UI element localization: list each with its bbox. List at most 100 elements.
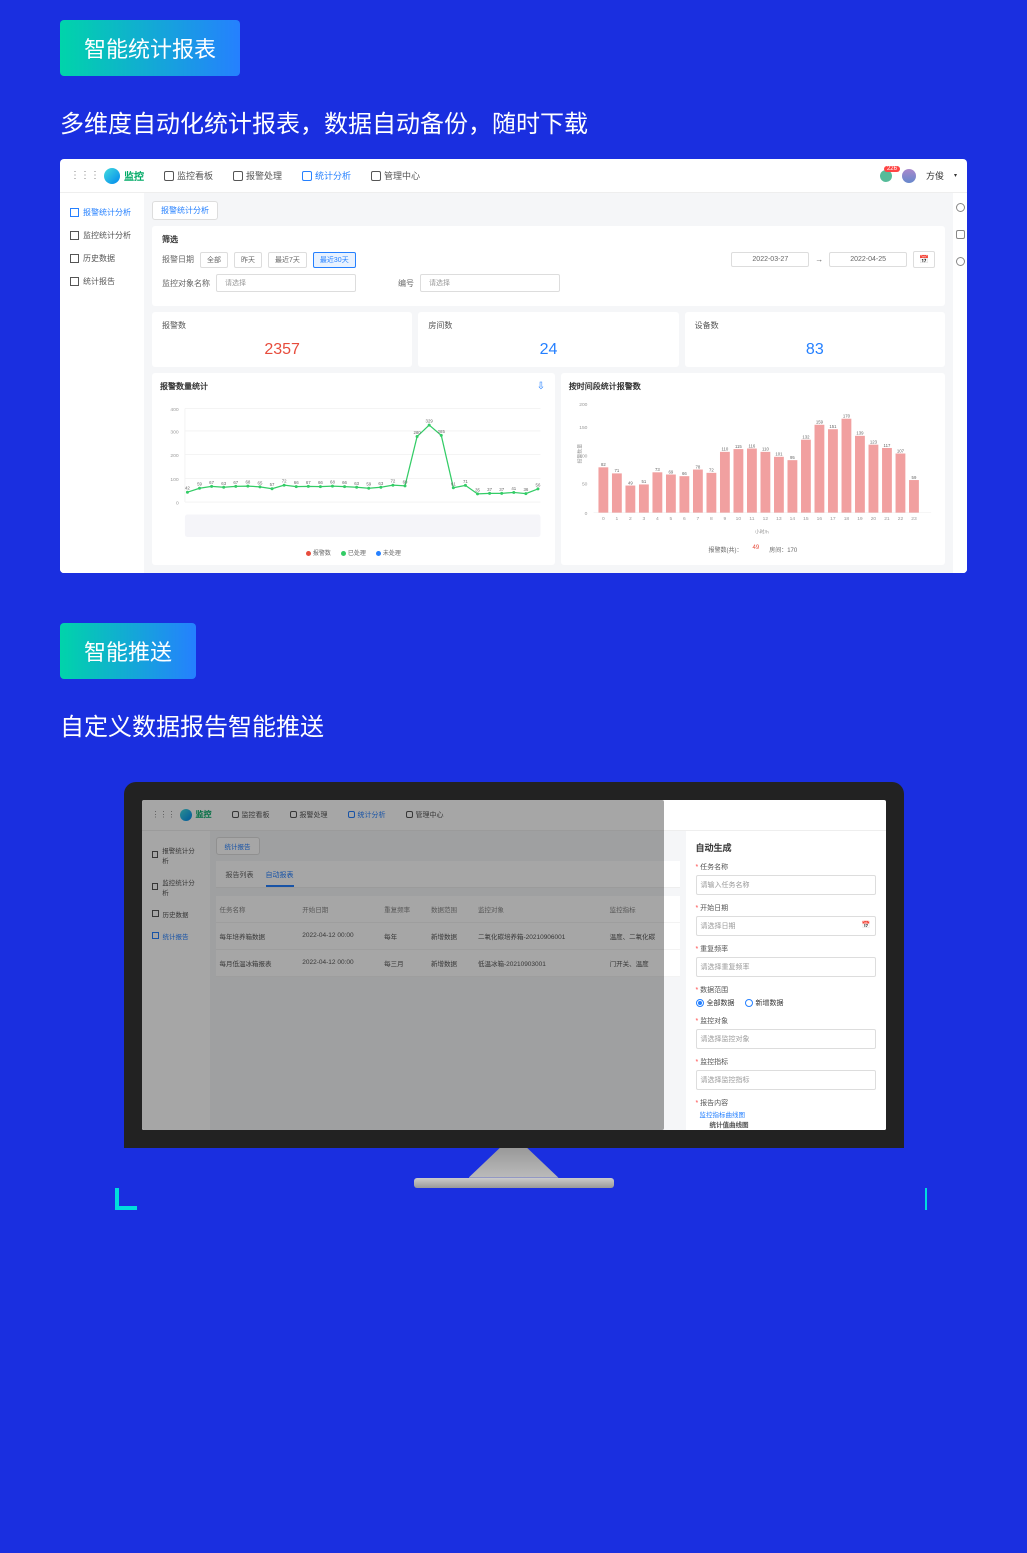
chevron-down-icon[interactable]: ▾ [954,172,957,179]
num-select[interactable]: 请选择 [420,274,560,292]
svg-text:63: 63 [221,481,226,486]
date-label: 开始日期 [696,903,876,913]
svg-text:18: 18 [843,516,849,522]
date-input[interactable]: 请选择日期📅 [696,916,876,936]
avatar[interactable] [902,169,916,183]
freq-select[interactable]: 请选择重复频率 [696,957,876,977]
svg-text:72: 72 [282,479,287,484]
stat-device: 设备数83 [685,312,945,367]
chip-all[interactable]: 全部 [200,252,228,268]
record-icon[interactable] [956,230,965,239]
svg-text:0: 0 [584,511,587,517]
svg-text:73: 73 [655,467,660,472]
help-icon[interactable] [956,203,965,212]
chip-yesterday[interactable]: 昨天 [234,252,262,268]
radio-all[interactable]: 全部数据 [696,998,735,1008]
svg-text:66: 66 [682,471,687,476]
breadcrumb-2[interactable]: 统计报告 [216,837,260,855]
svg-text:200: 200 [170,453,179,459]
app-menu-icon[interactable]: ⋮⋮⋮ [70,170,100,181]
badge: 226 [884,166,900,172]
table-header: 数据范围 [427,896,474,923]
bell-icon[interactable]: 226 [880,170,892,182]
task-input[interactable]: 请输入任务名称 [696,875,876,895]
side-reports[interactable]: 统计报告 [60,270,144,293]
corner-decoration-r [919,1188,927,1210]
obj-label: 监控对象名称 [162,278,210,289]
stats-row: 报警数2357 房间数24 设备数83 [152,312,945,367]
nav-stats: 统计分析 [294,165,359,186]
svg-text:100: 100 [170,477,179,483]
username[interactable]: 方俊 [926,169,944,182]
svg-text:3: 3 [642,516,645,522]
table-row[interactable]: 每年培养箱数据2022-04-12 00:00每年新增数据二氧化碳培养箱-202… [216,922,680,949]
svg-text:72: 72 [390,479,395,484]
topbar-2: ⋮⋮⋮ 监控 监控看板 报警处理 统计分析 管理中心 [142,800,886,831]
chart-icon [70,231,79,240]
svg-text:300: 300 [170,429,179,435]
tab-auto[interactable]: 自动报表 [266,867,294,887]
svg-text:116: 116 [748,443,755,448]
svg-text:57: 57 [270,482,275,487]
monitor-frame: ⋮⋮⋮ 监控 监控看板 报警处理 统计分析 管理中心 报警统计分析 监控统计分析… [124,782,904,1148]
svg-text:小时/h: 小时/h [754,528,768,535]
svg-text:123: 123 [870,439,878,444]
calendar-icon[interactable]: 📅 [913,251,935,268]
date-label: 报警日期 [162,254,194,265]
content-label: 报告内容 [696,1098,876,1108]
range-label: 数据范围 [696,985,876,995]
svg-text:11: 11 [749,516,754,522]
metric-select[interactable]: 请选择监控指标 [696,1070,876,1090]
svg-text:151: 151 [829,424,837,429]
task-label: 任务名称 [696,862,876,872]
svg-text:0: 0 [176,501,179,507]
radio-new[interactable]: 新增数据 [745,998,784,1008]
svg-text:329: 329 [426,419,434,424]
side-alarm-stats[interactable]: 报警统计分析 [60,201,144,224]
svg-text:50: 50 [582,482,588,488]
side-history[interactable]: 历史数据 [60,247,144,270]
chip-30d[interactable]: 最近30天 [313,252,356,268]
date-to[interactable]: 2022-04-25 [829,252,907,267]
svg-text:61: 61 [451,481,456,486]
side-reports[interactable]: 统计报告 [142,925,210,947]
svg-text:35: 35 [475,487,480,492]
svg-text:4: 4 [656,516,659,522]
svg-text:7: 7 [696,516,699,522]
table-header: 监控指标 [606,896,680,923]
app-menu-icon[interactable]: ⋮⋮⋮ [152,810,176,819]
svg-text:2: 2 [629,516,632,522]
svg-text:56: 56 [536,482,541,487]
tabs: 报告列表 自动报表 [216,861,680,888]
section-stats: 智能统计报表 多维度自动化统计报表，数据自动备份，随时下载 ⋮⋮⋮ 监控 监控看… [60,20,967,573]
side-alarm-stats[interactable]: 报警统计分析 [142,839,210,871]
num-label: 编号 [398,278,414,289]
user-icon[interactable] [956,257,965,266]
svg-text:13: 13 [776,516,782,522]
download-icon[interactable]: ⇩ [537,381,547,391]
date-from[interactable]: 2022-03-27 [731,252,809,267]
svg-text:67: 67 [233,480,238,485]
svg-text:115: 115 [735,444,742,449]
side-monitor-stats[interactable]: 监控统计分析 [142,871,210,903]
filter-card: 筛选 报警日期 全部 昨天 最近7天 最近30天 2022-03-27 → 20… [152,226,945,306]
nav-admin: 管理中心 [398,806,452,824]
svg-text:12: 12 [762,516,768,522]
side-history[interactable]: 历史数据 [142,903,210,925]
svg-text:71: 71 [463,479,468,484]
svg-text:66: 66 [318,480,323,485]
table-row[interactable]: 每月低温冰箱报表2022-04-12 00:00每三月新增数据低温冰箱-2021… [216,949,680,976]
side-monitor-stats[interactable]: 监控统计分析 [60,224,144,247]
breadcrumb[interactable]: 报警统计分析 [152,201,218,220]
svg-text:82: 82 [601,462,606,467]
obj-select[interactable]: 请选择 [216,274,356,292]
svg-text:139: 139 [856,431,864,436]
chip-7d[interactable]: 最近7天 [268,252,307,268]
drawer-title: 自动生成 [696,841,876,854]
tab-list[interactable]: 报告列表 [226,867,254,887]
svg-text:63: 63 [354,481,359,486]
obj-select[interactable]: 请选择监控对象 [696,1029,876,1049]
svg-text:132: 132 [802,434,810,439]
svg-text:400: 400 [170,407,179,413]
svg-text:95: 95 [790,455,795,460]
